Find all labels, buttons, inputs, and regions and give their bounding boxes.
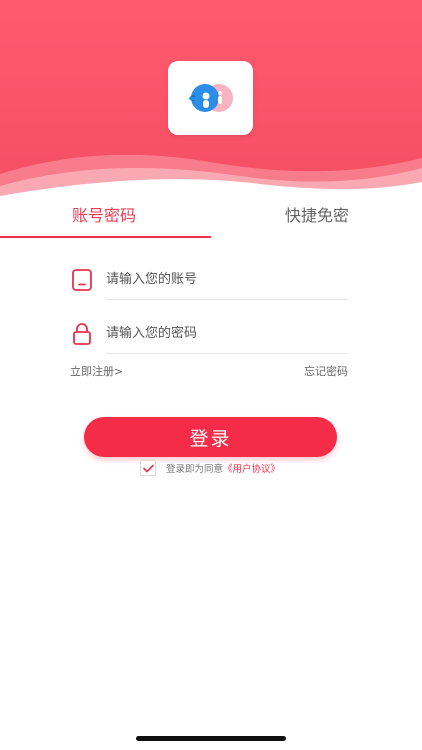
- agreement-row: 登录即为同意 《用户协议》: [140, 459, 280, 477]
- phone-icon: [72, 269, 92, 291]
- agreement-checkbox[interactable]: [140, 460, 156, 476]
- forgot-password-link[interactable]: 忘记密码: [304, 363, 348, 379]
- register-link[interactable]: 立即注册>: [70, 363, 123, 379]
- account-input[interactable]: [106, 262, 348, 296]
- header-waves: [0, 154, 422, 200]
- agreement-text: 登录即为同意: [166, 464, 224, 475]
- active-tab-indicator: [0, 236, 211, 238]
- password-field: [70, 314, 348, 354]
- login-button[interactable]: 登录: [84, 417, 337, 457]
- auth-links: 立即注册> 忘记密码: [70, 363, 348, 379]
- account-field: [70, 260, 348, 300]
- account-underline: [106, 299, 348, 300]
- tab-quick-login[interactable]: 快捷免密: [285, 206, 349, 226]
- user-agreement-link[interactable]: 《用户协议》: [223, 461, 280, 475]
- lock-icon: [73, 323, 91, 345]
- login-tabs: 账号密码 快捷免密: [0, 196, 422, 240]
- app-logo-icon: [188, 84, 233, 112]
- password-underline: [106, 353, 348, 354]
- app-logo: [168, 61, 253, 135]
- home-indicator: [136, 736, 286, 741]
- check-icon: [142, 464, 154, 472]
- password-input[interactable]: [106, 316, 348, 350]
- header-banner: [0, 0, 422, 200]
- tab-password-login[interactable]: 账号密码: [72, 206, 136, 226]
